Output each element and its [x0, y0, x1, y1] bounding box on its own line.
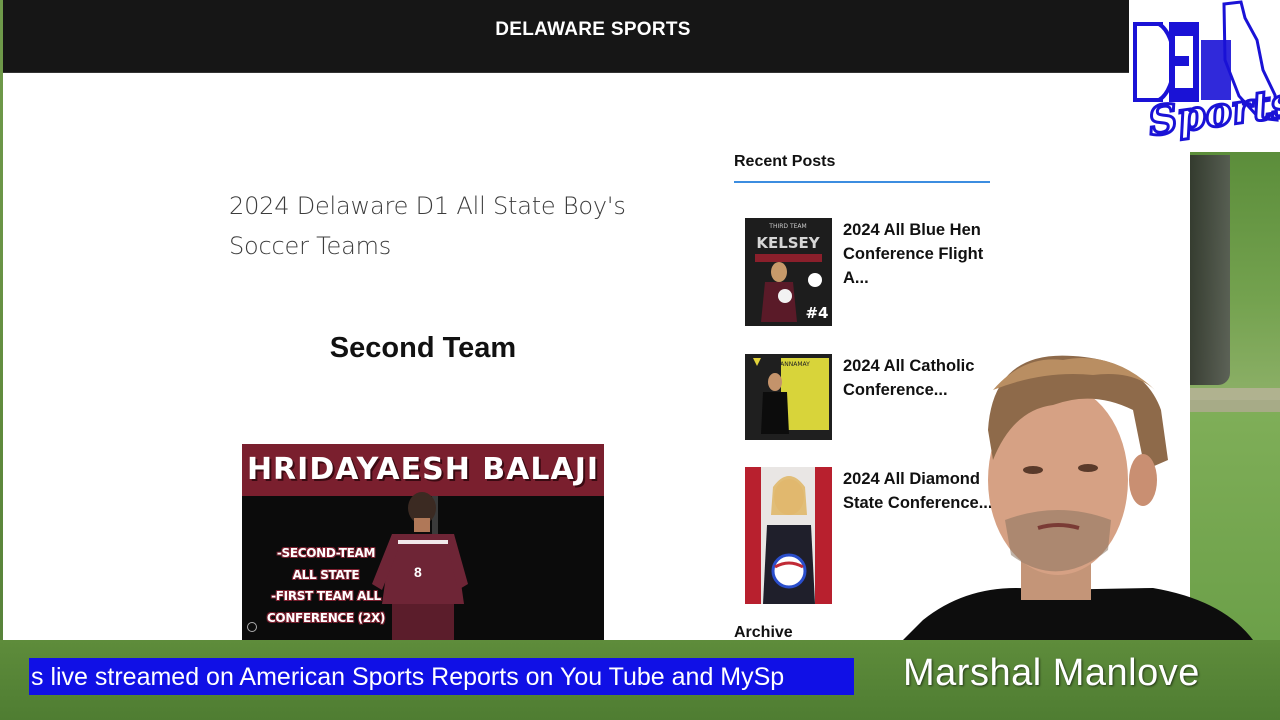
recent-posts-heading: Recent Posts	[734, 153, 836, 170]
recent-posts-divider	[734, 181, 990, 183]
post-thumbnail[interactable]	[745, 467, 832, 604]
volleyball-player-thumbnail: ANNAMAY	[745, 354, 832, 440]
honor-line: CONFERENCE (2X)	[266, 611, 386, 625]
thumb-number-text: #4	[805, 304, 828, 322]
ticker-bar: s live streamed on American Sports Repor…	[29, 658, 854, 695]
honor-line: ALL STATE	[292, 568, 360, 582]
post-thumbnail[interactable]: ANNAMAY	[745, 354, 832, 440]
player-feature-image[interactable]: HRIDAYAESH BALAJI 8 -SECOND-TEAM ALL STA…	[242, 444, 604, 640]
de-sports-logo: Sports	[1129, 0, 1280, 152]
recent-post-link[interactable]: 2024 All Blue Hen Conference Flight A...	[843, 218, 993, 290]
presenter-name: Marshal Manlove	[903, 652, 1200, 694]
thumb-top-text: THIRD TEAM	[768, 223, 806, 230]
de-sports-logo-icon: Sports	[1133, 0, 1280, 147]
stream-frame: DELAWARE SPORTS Sports 2024 Delaware D1 …	[0, 0, 1280, 720]
post-thumbnail[interactable]: THIRD TEAM KELSEY #4	[745, 218, 832, 326]
thumb-name-text: KELSEY	[756, 234, 820, 252]
honor-line: -SECOND-TEAM	[276, 546, 376, 560]
volleyball-player-thumbnail	[745, 467, 832, 604]
section-heading: Second Team	[329, 332, 517, 364]
presenter-illustration	[893, 355, 1263, 650]
volleyball-player-thumbnail: THIRD TEAM KELSEY #4	[745, 218, 832, 326]
thumb-top-text: ANNAMAY	[780, 361, 810, 368]
jersey-number: 8	[414, 564, 422, 580]
site-header: DELAWARE SPORTS	[3, 0, 1129, 73]
image-indicator-icon	[247, 622, 257, 632]
post-title: 2024 Delaware D1 All State Boy's Soccer …	[229, 192, 626, 260]
presenter-webcam	[893, 350, 1263, 650]
honor-line: -FIRST TEAM ALL	[271, 589, 381, 603]
site-title[interactable]: DELAWARE SPORTS	[3, 19, 1183, 41]
ticker-text: s live streamed on American Sports Repor…	[31, 663, 785, 691]
